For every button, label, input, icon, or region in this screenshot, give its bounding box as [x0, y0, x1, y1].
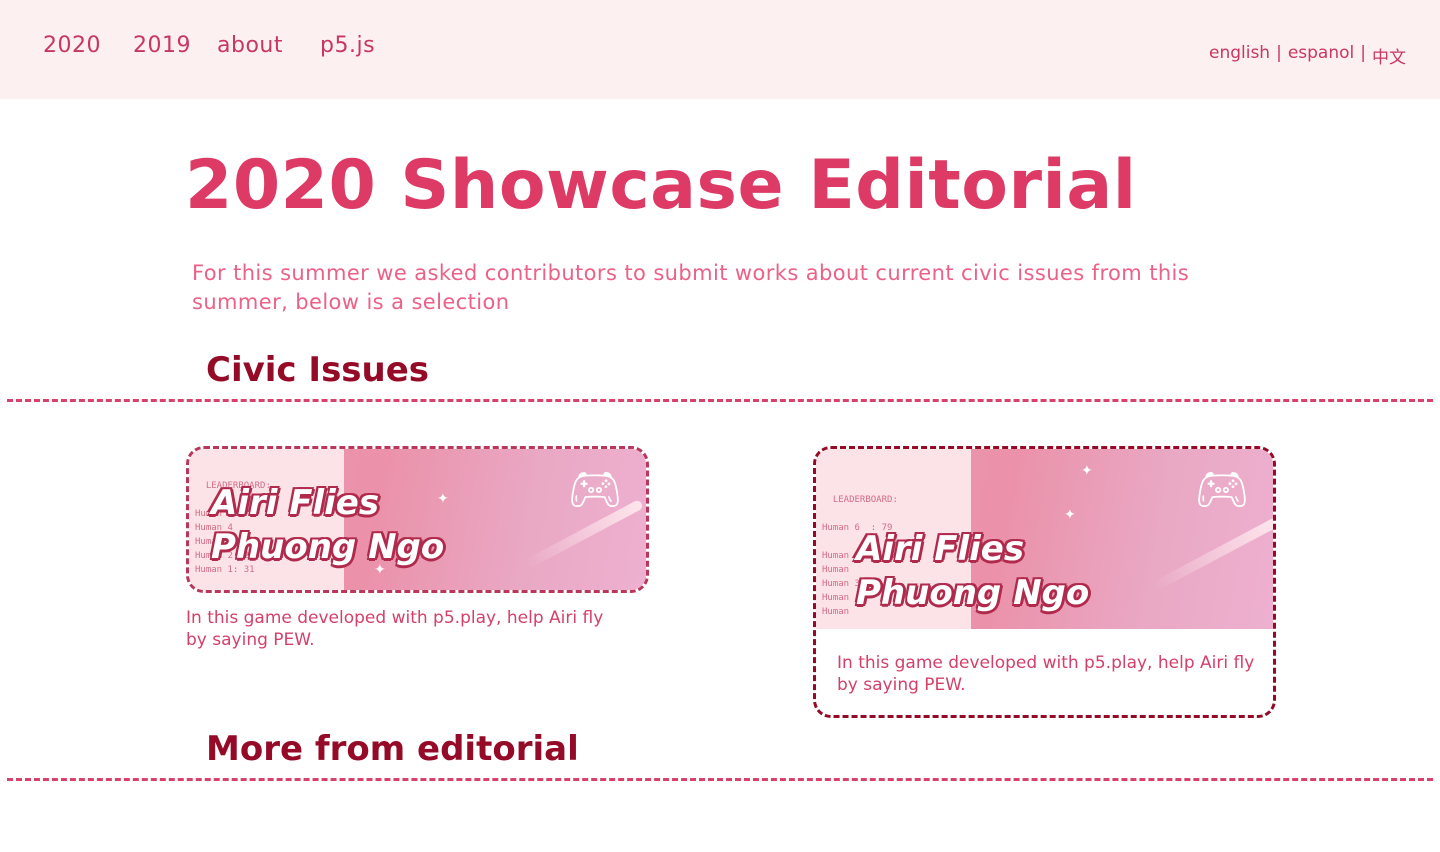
- lang-espanol[interactable]: espanol: [1288, 43, 1354, 68]
- sparkle-icon: ✦: [437, 491, 449, 507]
- language-switcher: english | espanol | 中文: [1209, 43, 1406, 68]
- decorative-streak: [1151, 516, 1273, 592]
- nav-link-2019[interactable]: 2019: [133, 33, 191, 58]
- section-divider: [7, 399, 1433, 402]
- project-card-hovered[interactable]: LEADERBOARD: Human 6 : 79 Human Human Hu…: [813, 446, 1276, 718]
- lang-separator: |: [1276, 43, 1282, 63]
- gamepad-icon: 🎮︎: [1194, 464, 1250, 515]
- card-title: Airi Flies: [211, 483, 380, 523]
- sparkle-icon: ✦: [1081, 463, 1093, 479]
- gamepad-icon: 🎮︎: [567, 464, 623, 515]
- card-description: In this game developed with p5.play, hel…: [837, 653, 1255, 695]
- lang-chinese[interactable]: 中文: [1372, 43, 1406, 68]
- section-heading-more: More from editorial: [206, 729, 579, 769]
- card-title: Airi Flies: [856, 529, 1025, 569]
- section-divider: [7, 778, 1433, 781]
- nav-link-p5js[interactable]: p5.js: [320, 33, 375, 58]
- card-description: In this game developed with p5.play, hel…: [186, 608, 604, 650]
- card-author: Phuong Ngo: [211, 527, 445, 567]
- page-title: 2020 Showcase Editorial: [185, 146, 1137, 225]
- nav-link-2020[interactable]: 2020: [43, 33, 101, 58]
- page-intro: For this summer we asked contributors to…: [192, 261, 1190, 314]
- lang-separator: |: [1360, 43, 1366, 63]
- section-heading-civic: Civic Issues: [206, 350, 430, 390]
- sparkle-icon: ✦: [1064, 507, 1076, 523]
- top-bar: 2020 2019 about p5.js english | espanol …: [0, 0, 1440, 99]
- card-author: Phuong Ngo: [856, 573, 1090, 613]
- project-card[interactable]: LEADERBOARD: Human 5: 75 Human 4 Human 3…: [186, 446, 649, 593]
- lang-english[interactable]: english: [1209, 43, 1270, 68]
- nav-link-about[interactable]: about: [217, 33, 283, 58]
